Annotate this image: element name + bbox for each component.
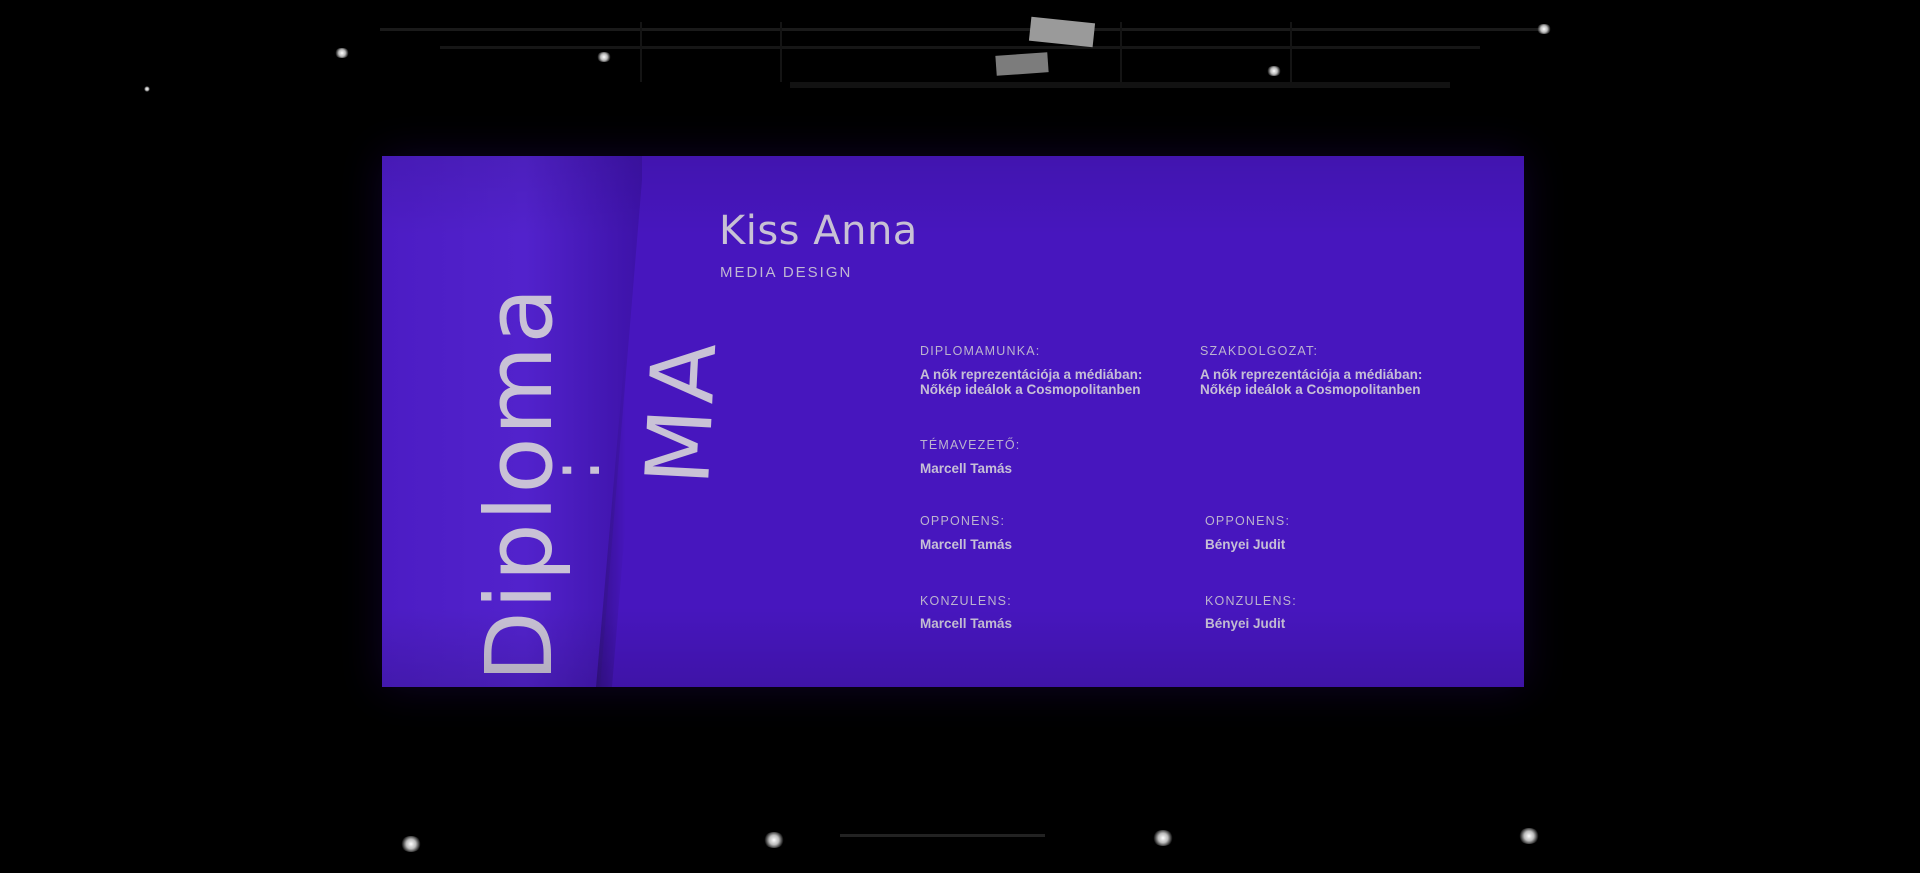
temavezeto-name: Marcell Tamás [920, 461, 1013, 476]
floor-light-icon [763, 832, 785, 848]
konzulens-left-name: Marcell Tamás [920, 616, 1013, 631]
banner-colon: : [534, 458, 616, 482]
lighting-truss [790, 82, 1450, 88]
truss-beam [1120, 22, 1122, 82]
floor-light-icon [400, 836, 422, 852]
stage-panel [995, 52, 1049, 76]
floor-rail [840, 834, 1045, 837]
spotlight-icon [1266, 66, 1282, 76]
konzulens-right-label: KONZULENS: [1205, 594, 1297, 608]
spotlight-icon [596, 52, 612, 62]
opponens-left-label: OPPONENS: [920, 514, 1006, 528]
student-program: MEDIA DESIGN [720, 264, 853, 281]
truss-beam [640, 22, 642, 82]
student-name: Kiss Anna [719, 208, 918, 254]
temavezeto-label: TÉMAVEZETŐ: [920, 438, 1021, 452]
szakdolgozat-title-line1: A nők reprezentációja a médiában: [1200, 367, 1423, 382]
spotlight-icon [334, 48, 350, 58]
lighting-truss [440, 46, 1480, 49]
szakdolgozat-title-line2: Nőkép ideálok a Cosmopolitanben [1200, 382, 1421, 397]
opponens-right-name: Bényei Judit [1205, 537, 1286, 552]
stage-panel [1028, 16, 1096, 48]
opponens-left-name: Marcell Tamás [920, 537, 1013, 552]
banner-word: Diploma [466, 285, 573, 682]
diplomamunka-title-line1: A nők reprezentációja a médiában: [920, 367, 1143, 382]
spotlight-icon [1536, 24, 1552, 34]
lighting-truss [380, 28, 1540, 31]
diplomamunka-title-line2: Nőkép ideálok a Cosmopolitanben [920, 382, 1141, 397]
projection-screen: Diploma : MA Kiss Anna MEDIA DESIGN DIPL… [382, 156, 1524, 687]
szakdolgozat-label: SZAKDOLGOZAT: [1200, 344, 1319, 358]
floor-light-icon [1518, 828, 1540, 844]
opponens-right-label: OPPONENS: [1205, 514, 1291, 528]
truss-beam [1290, 22, 1292, 82]
truss-beam [780, 22, 782, 82]
spotlight-icon [144, 86, 150, 92]
konzulens-right-name: Bényei Judit [1205, 616, 1286, 631]
konzulens-left-label: KONZULENS: [920, 594, 1012, 608]
diplomamunka-label: DIPLOMAMUNKA: [920, 344, 1041, 358]
banner-suffix: MA [626, 334, 737, 488]
floor-light-icon [1152, 830, 1174, 846]
